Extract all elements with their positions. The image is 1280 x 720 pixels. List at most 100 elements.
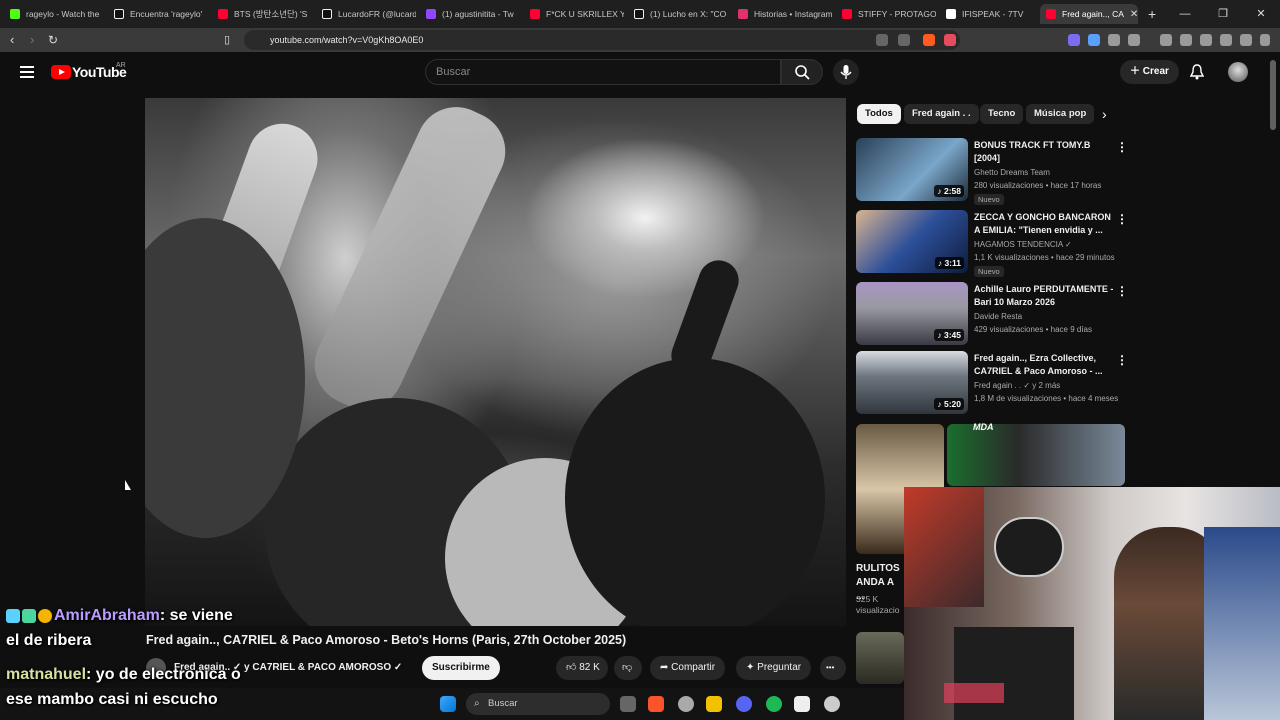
windows-start-icon[interactable] — [440, 696, 456, 712]
brave-rewards-icon[interactable] — [944, 34, 956, 46]
brave-shield-icon[interactable] — [923, 34, 935, 46]
chip-all[interactable]: Todos — [857, 104, 901, 124]
taskbar-search[interactable]: ⌕ Buscar — [466, 693, 610, 715]
more-vert-icon[interactable]: ⋮ — [1116, 353, 1128, 367]
chip-tecno[interactable]: Tecno — [980, 104, 1024, 124]
chip-pop-music[interactable]: Música pop — [1026, 104, 1095, 124]
sidebar-icon[interactable] — [1180, 34, 1192, 46]
browser-tab[interactable]: LucardoFR (@lucard — [316, 4, 416, 24]
create-button[interactable]: ＋ Crear — [1120, 60, 1179, 84]
video-player[interactable] — [145, 98, 846, 626]
subscribe-button[interactable]: Suscribirme — [422, 656, 500, 680]
short-thumbnail[interactable] — [856, 632, 904, 684]
video-thumbnail[interactable]: ♪ 2:58 — [856, 138, 968, 201]
recommendation-meta: 280 visualizaciones • hace 17 horas — [974, 181, 1102, 190]
youtube-header: YouTube AR Buscar ＋ Crear — [0, 52, 1280, 96]
screenshot-icon[interactable] — [1128, 34, 1140, 46]
recommendation-item[interactable]: ♪ 3:45 Achille Lauro PERDUTAMENTE - Bari… — [856, 282, 1131, 348]
like-button[interactable]: 👍︎ 82 K — [556, 656, 608, 680]
wallet-icon[interactable] — [1200, 34, 1212, 46]
extension-icon[interactable] — [1088, 34, 1100, 46]
browser-tab-active[interactable]: Fred again.., CA ✕ — [1040, 4, 1138, 24]
recommendation-channel[interactable]: Fred again . . ✓ y 2 más — [974, 381, 1060, 390]
new-badge: Nuevo — [974, 266, 1004, 277]
more-actions-button[interactable]: ••• — [820, 656, 846, 680]
share-arrow-icon: ➦ — [660, 662, 672, 673]
browser-tab[interactable]: BTS (방탄소년단) 'S — [212, 4, 312, 24]
recommendation-title[interactable]: BONUS TRACK FT TOMY.B [2004] — [974, 139, 1114, 165]
recommendation-channel[interactable]: Davide Resta — [974, 312, 1022, 321]
recommendation-item[interactable]: ♪ 3:11 ZECCA Y GONCHO BANCARON A EMILIA:… — [856, 210, 1131, 277]
app-icon[interactable] — [794, 696, 810, 712]
obs-icon[interactable] — [678, 696, 694, 712]
browser-tab[interactable]: IFISPEAK - 7TV — [940, 4, 1036, 24]
voice-search-button[interactable] — [833, 59, 859, 85]
more-vert-icon[interactable]: ⋮ — [1116, 284, 1128, 298]
recommendation-title[interactable]: ZECCA Y GONCHO BANCARON A EMILIA: "Tiene… — [974, 211, 1114, 237]
minimize-button[interactable]: — — [1166, 0, 1204, 28]
webcam-frame-detail — [994, 517, 1064, 577]
video-thumbnail[interactable]: ♪ 3:11 — [856, 210, 968, 273]
leo-icon[interactable] — [1220, 34, 1232, 46]
forward-icon[interactable]: › — [30, 32, 34, 48]
ask-button[interactable]: ✦ Preguntar — [736, 656, 812, 680]
recommendation-item[interactable]: ♪ 2:58 BONUS TRACK FT TOMY.B [2004] Ghet… — [856, 138, 1131, 205]
search-input[interactable]: Buscar — [425, 59, 781, 85]
browser-tab[interactable]: Historias • Instagram — [732, 4, 832, 24]
chip-fred-again[interactable]: Fred again . . — [904, 104, 979, 124]
vpn-icon[interactable] — [1240, 34, 1252, 46]
app-icon[interactable] — [824, 696, 840, 712]
extensions-puzzle-icon[interactable] — [1108, 34, 1120, 46]
back-icon[interactable]: ‹ — [10, 32, 14, 48]
notifications-bell-icon[interactable] — [1190, 64, 1204, 80]
browser-tab[interactable]: rageylo - Watch the — [4, 4, 104, 24]
more-vert-icon[interactable]: ⋮ — [1116, 140, 1128, 154]
more-vert-icon[interactable]: ⋮ — [1116, 212, 1128, 226]
recommendation-title[interactable]: Fred again.., Ezra Collective, CA7RIEL &… — [974, 352, 1114, 378]
share-icon[interactable] — [898, 34, 910, 46]
url-field[interactable]: youtube.com/watch?v=V0gKh8OA0E0 — [244, 30, 960, 50]
maximize-button[interactable]: ❐ — [1204, 0, 1242, 28]
page-scrollbar[interactable] — [1270, 60, 1276, 130]
video-thumbnail[interactable]: ♪ 5:20 — [856, 351, 968, 414]
browser-tab[interactable]: STIFFY - PROTAGON — [836, 4, 936, 24]
new-tab-button[interactable]: + — [1142, 4, 1162, 24]
recommendation-channel[interactable]: Ghetto Dreams Team — [974, 168, 1050, 177]
reload-icon[interactable]: ↻ — [48, 32, 58, 48]
task-view-icon[interactable] — [620, 696, 636, 712]
hamburger-menu-icon[interactable] — [20, 66, 34, 78]
discord-icon[interactable] — [736, 696, 752, 712]
sword-badge-icon — [6, 608, 20, 623]
close-window-button[interactable]: ✕ — [1242, 0, 1280, 28]
dislike-button[interactable]: 👎︎ — [614, 656, 642, 680]
bookmark-icon[interactable]: ▯ — [224, 32, 230, 48]
duration-badge: ♪ 5:20 — [934, 398, 964, 410]
spotify-icon[interactable] — [766, 696, 782, 712]
menu-icon[interactable] — [1260, 34, 1270, 46]
chevron-right-icon[interactable]: › — [1102, 106, 1107, 122]
webcam-frame-detail — [904, 487, 984, 607]
account-avatar[interactable] — [1228, 62, 1248, 82]
browser-tab[interactable]: (1) agustinitita - Tw — [420, 4, 520, 24]
channel-row: Fred again.. ✓ y CA7RIEL & PACO AMOROSO … — [146, 656, 846, 680]
browser-tab[interactable]: F*CK U SKRILLEX YO — [524, 4, 624, 24]
browser-tab[interactable]: Encuentra 'rageylo' — [108, 4, 208, 24]
brave-icon[interactable] — [648, 696, 664, 712]
short-thumbnail[interactable]: MDA — [947, 422, 1125, 486]
close-tab-icon[interactable]: ✕ — [1130, 9, 1138, 20]
recommendation-title[interactable]: Achille Lauro PERDUTAMENTE - Bari 10 Mar… — [974, 283, 1114, 309]
media-icon[interactable] — [1160, 34, 1172, 46]
share-button[interactable]: ➦ Compartir — [650, 656, 726, 680]
tiktok-icon — [322, 9, 332, 19]
cast-icon[interactable] — [876, 34, 888, 46]
duration-badge: ♪ 3:45 — [934, 329, 964, 341]
browser-tab[interactable]: (1) Lucho en X: "CO — [628, 4, 728, 24]
search-icon — [795, 65, 810, 80]
youtube-logo-icon[interactable] — [51, 65, 71, 79]
recommendation-item[interactable]: ♪ 5:20 Fred again.., Ezra Collective, CA… — [856, 351, 1131, 417]
video-thumbnail[interactable]: ♪ 3:45 — [856, 282, 968, 345]
file-explorer-icon[interactable] — [706, 696, 722, 712]
extension-icon[interactable] — [1068, 34, 1080, 46]
search-button[interactable] — [781, 59, 823, 85]
recommendation-channel[interactable]: HAGAMOS TENDENCIA ✓ — [974, 240, 1072, 249]
